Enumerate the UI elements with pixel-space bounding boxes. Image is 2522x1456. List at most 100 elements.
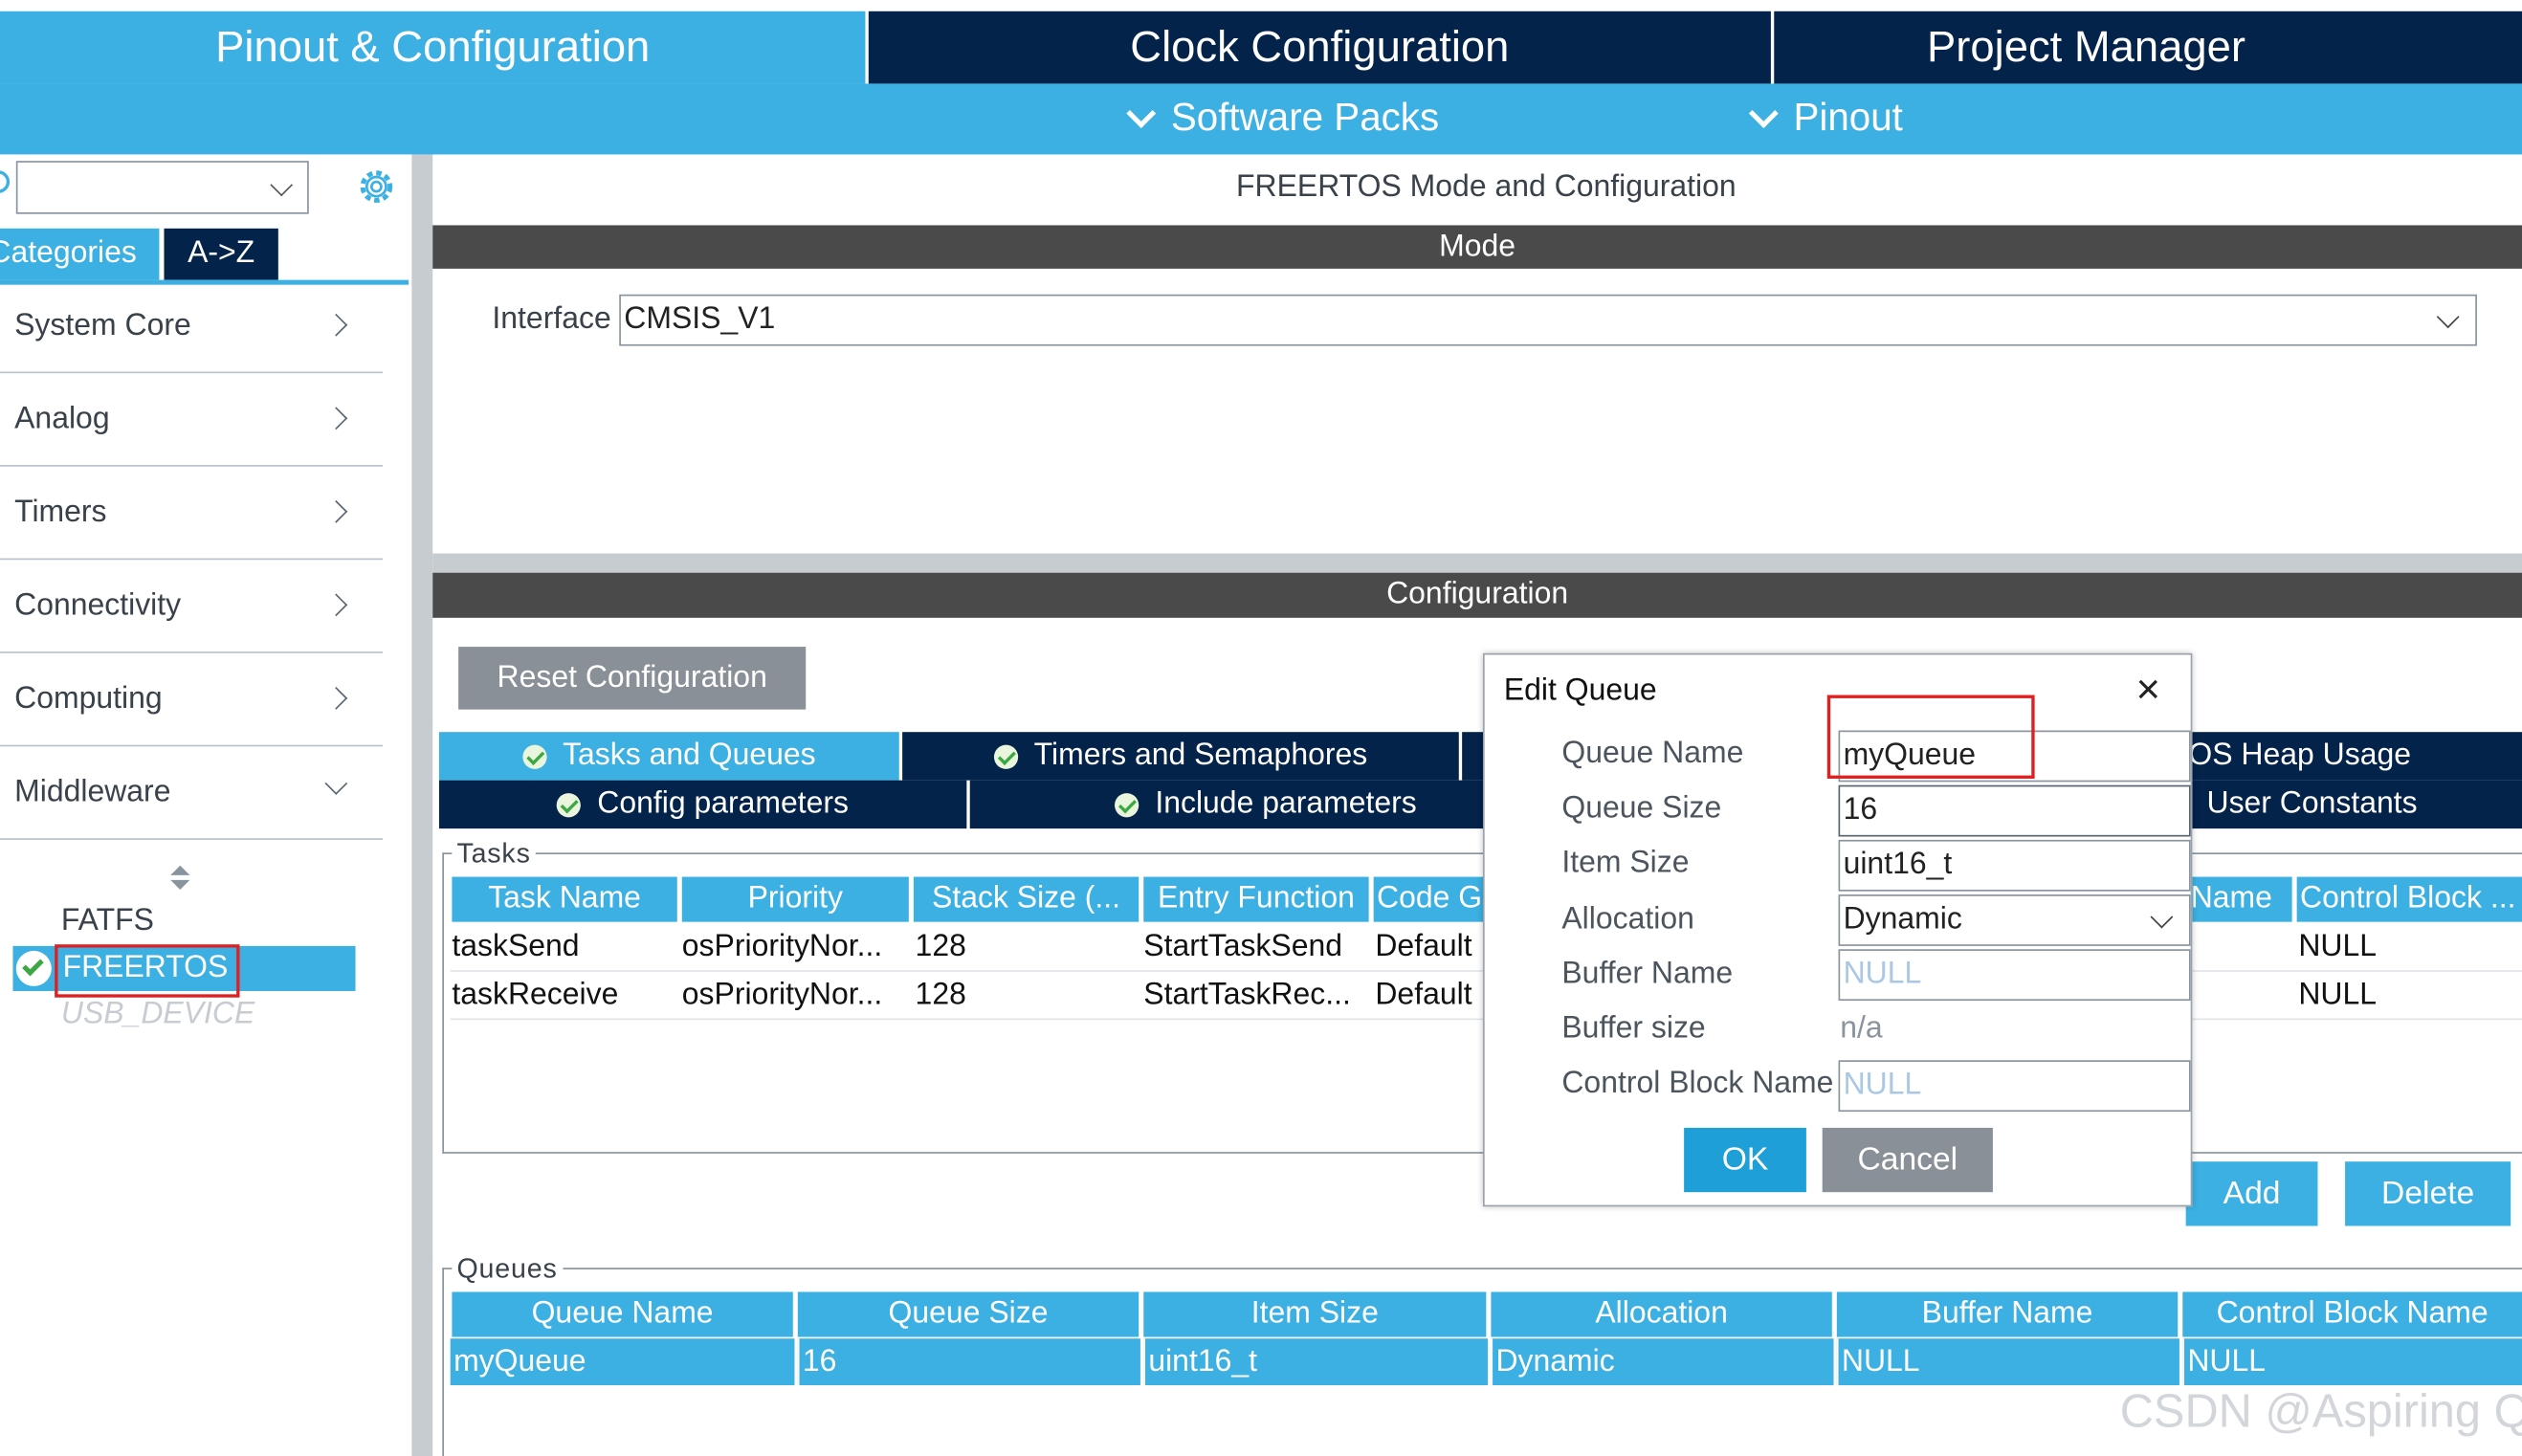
queue-cell[interactable]: NULL <box>2182 1338 2522 1386</box>
category-timers[interactable]: Timers <box>0 467 384 561</box>
col-entry-function[interactable]: Entry Function <box>1143 876 1369 922</box>
pinout-menu[interactable]: Pinout <box>1748 83 1903 154</box>
item-size-value: uint16_t <box>1843 848 1953 882</box>
control-block-name-field[interactable]: NULL <box>1838 1060 2191 1113</box>
category-label: Middleware <box>14 774 171 809</box>
col-task-name[interactable]: Task Name <box>452 876 677 922</box>
tab-label: Include parameters <box>1155 786 1417 821</box>
task-cell[interactable]: NULL <box>2298 923 2522 970</box>
cancel-button[interactable]: Cancel <box>1822 1127 1993 1193</box>
main-title: FREERTOS Mode and Configuration <box>1236 170 1737 205</box>
queue-cell[interactable]: Dynamic <box>1491 1338 1834 1386</box>
col-control-block[interactable]: Control Block ... <box>2296 876 2522 922</box>
tab-config-parameters[interactable]: Config parameters <box>438 780 967 829</box>
item-size-field[interactable]: uint16_t <box>1838 839 2191 892</box>
tab-categories-label: Categories <box>0 236 137 271</box>
task-cell[interactable]: StartTaskSend <box>1143 923 1368 970</box>
category-connectivity[interactable]: Connectivity <box>0 560 384 653</box>
tab-label: User Constants <box>2206 786 2418 821</box>
delete-task-button[interactable]: Delete <box>2345 1161 2511 1226</box>
queue-cell[interactable]: NULL <box>1836 1338 2179 1386</box>
category-middleware[interactable]: Middleware <box>0 746 384 840</box>
queue-name-label: Queue Name <box>1561 737 1744 771</box>
col-code-gen[interactable]: Code G <box>1373 876 1487 922</box>
task-cell[interactable]: taskReceive <box>452 972 676 1019</box>
chevron-down-icon <box>1748 98 1779 128</box>
col-item-size[interactable]: Item Size <box>1143 1291 1487 1337</box>
category-label: Analog <box>14 401 110 435</box>
software-packs-label: Software Packs <box>1170 96 1440 141</box>
tab-pinout-configuration[interactable]: Pinout & Configuration <box>0 11 866 84</box>
task-cell[interactable]: StartTaskRec... <box>1143 972 1368 1019</box>
col-label: Name <box>2190 881 2272 916</box>
tab-clock-configuration[interactable]: Clock Configuration <box>868 11 1771 84</box>
category-system-core[interactable]: System Core <box>0 280 384 374</box>
queue-cell[interactable]: 16 <box>797 1338 1140 1386</box>
chevron-right-icon <box>324 499 348 523</box>
col-priority[interactable]: Priority <box>681 876 909 922</box>
chevron-down-icon <box>1126 98 1157 128</box>
category-computing[interactable]: Computing <box>0 653 384 747</box>
tab-label: Config parameters <box>597 786 850 821</box>
task-cell[interactable]: Default <box>1375 923 1484 970</box>
configuration-header: Configuration <box>432 572 2522 618</box>
col-queue-size[interactable]: Queue Size <box>797 1291 1139 1337</box>
tab-timers-and-semaphores[interactable]: Timers and Semaphores <box>902 732 1459 781</box>
highlight-box <box>1826 695 2035 779</box>
tab-include-parameters[interactable]: Include parameters <box>969 780 1562 829</box>
allocation-select[interactable]: Dynamic <box>1838 894 2191 946</box>
check-icon <box>1115 792 1139 817</box>
chevron-right-icon <box>324 313 348 337</box>
chevron-right-icon <box>324 407 348 430</box>
panel-splitter[interactable] <box>432 553 2522 573</box>
tab-a-to-z[interactable]: A->Z <box>164 228 278 280</box>
col-stack-size[interactable]: Stack Size (... <box>913 876 1139 922</box>
queue-cell[interactable]: uint16_t <box>1143 1338 1489 1386</box>
queue-cell[interactable]: myQueue <box>450 1338 795 1386</box>
tab-tasks-and-queues[interactable]: Tasks and Queues <box>438 732 899 781</box>
reset-configuration-button[interactable]: Reset Configuration <box>458 647 807 710</box>
tasks-group-title: Tasks <box>452 838 536 871</box>
col-buffer-name[interactable]: Name <box>2190 876 2292 922</box>
task-cell[interactable]: osPriorityNor... <box>682 923 909 970</box>
category-analog[interactable]: Analog <box>0 373 384 467</box>
check-icon <box>993 743 1018 769</box>
chevron-down-icon <box>270 173 294 197</box>
sort-icon-down <box>170 879 190 891</box>
tab-categories[interactable]: Categories <box>0 228 160 280</box>
category-label: Timers <box>14 495 107 529</box>
control-block-name-label: Control Block Name <box>1561 1067 1834 1101</box>
col-allocation[interactable]: Allocation <box>1491 1291 1832 1337</box>
chevron-right-icon <box>324 686 348 710</box>
watermark: CSDN @Aspiring Q <box>2119 1386 2522 1439</box>
middleware-item-fatfs[interactable]: FATFS <box>61 904 154 939</box>
buffer-name-field[interactable]: NULL <box>1838 949 2191 1002</box>
interface-select[interactable]: CMSIS_V1 <box>619 294 2477 346</box>
queue-size-value: 16 <box>1843 793 1878 827</box>
close-icon[interactable]: × <box>2136 666 2161 711</box>
col-queue-name[interactable]: Queue Name <box>452 1291 793 1337</box>
check-icon <box>557 792 582 817</box>
category-label: Computing <box>14 681 163 716</box>
dialog-title: Edit Queue <box>1503 673 1657 708</box>
tab-project-manager[interactable]: Project Manager <box>1774 11 2522 84</box>
sort-icon[interactable] <box>170 865 190 875</box>
task-cell[interactable]: 128 <box>916 972 1139 1019</box>
task-cell[interactable]: taskSend <box>452 923 676 970</box>
queue-size-field[interactable]: 16 <box>1838 784 2191 837</box>
col-queue-buffer-name[interactable]: Buffer Name <box>1836 1291 2179 1337</box>
add-task-button[interactable]: Add <box>2185 1161 2318 1226</box>
gear-icon[interactable] <box>356 165 398 208</box>
control-block-name-value: NULL <box>1843 1068 1922 1103</box>
task-cell[interactable]: osPriorityNor... <box>682 972 909 1019</box>
ok-button[interactable]: OK <box>1684 1127 1806 1193</box>
task-cell[interactable]: Default <box>1375 972 1484 1019</box>
middleware-item-usb-device[interactable]: USB_DEVICE <box>61 998 254 1033</box>
task-cell[interactable]: NULL <box>2298 972 2522 1019</box>
mode-header: Mode <box>432 225 2522 269</box>
search-input[interactable] <box>15 161 309 214</box>
software-packs-menu[interactable]: Software Packs <box>1126 83 1440 154</box>
task-cell[interactable]: 128 <box>916 923 1139 970</box>
check-icon <box>522 743 547 769</box>
col-queue-control-block[interactable]: Control Block Name <box>2182 1291 2522 1337</box>
